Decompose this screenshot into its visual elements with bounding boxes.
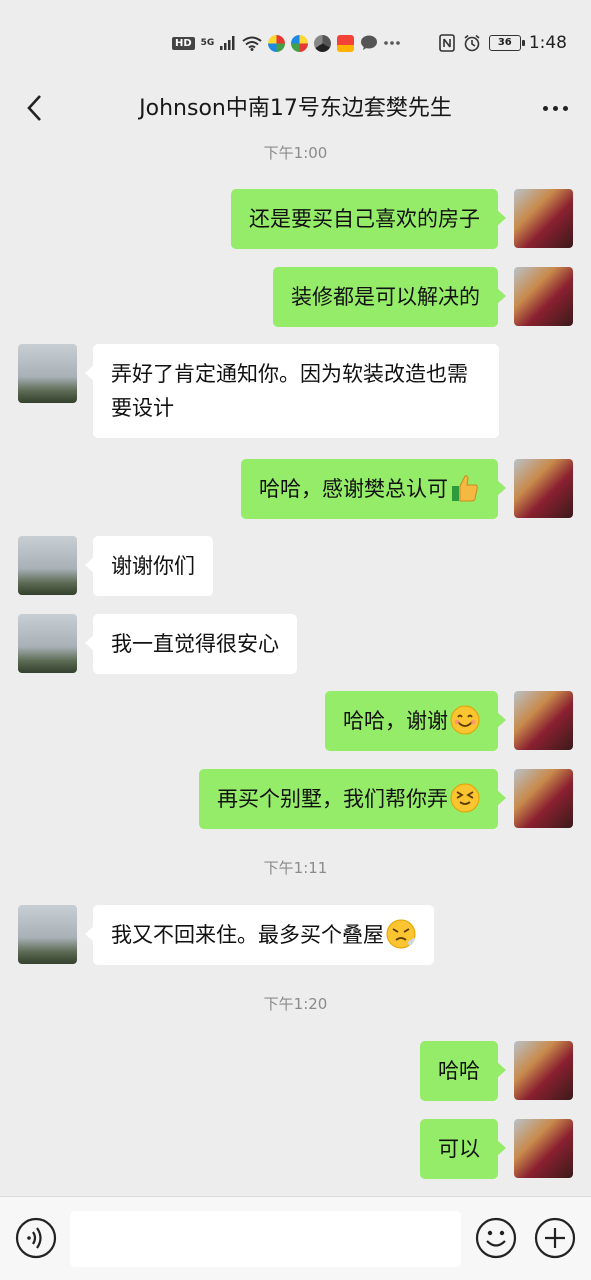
nfc-icon bbox=[439, 34, 455, 52]
received-message-bubble[interactable]: 我一直觉得很安心 bbox=[85, 614, 297, 674]
message-text: 哈哈 bbox=[438, 1059, 480, 1083]
hd-badge: HD bbox=[172, 36, 195, 50]
status-time: 1:48 bbox=[528, 33, 567, 53]
message-text: 我又不回来住。最多买个叠屋 bbox=[111, 923, 384, 947]
smile-icon bbox=[450, 705, 480, 735]
dot-icon bbox=[542, 105, 548, 111]
network-type-label: 5G bbox=[200, 37, 215, 48]
sent-message-bubble[interactable]: 哈哈，感谢樊总认可 bbox=[241, 459, 506, 519]
my-avatar[interactable] bbox=[514, 1041, 573, 1100]
more-options-button[interactable] bbox=[533, 88, 577, 128]
message-timestamp: 下午1:20 bbox=[263, 995, 328, 1013]
contact-avatar[interactable] bbox=[18, 614, 77, 673]
message-input-bar bbox=[0, 1196, 591, 1280]
app-notification-icon bbox=[291, 34, 309, 52]
sent-message-bubble[interactable]: 可以 bbox=[420, 1119, 506, 1179]
app-notification-icon bbox=[314, 34, 332, 52]
smiley-icon bbox=[475, 1217, 517, 1259]
contact-avatar[interactable] bbox=[18, 536, 77, 595]
my-avatar[interactable] bbox=[514, 1119, 573, 1178]
message-text: 还是要买自己喜欢的房子 bbox=[249, 207, 480, 231]
message-text: 哈哈，感谢樊总认可 bbox=[259, 477, 448, 501]
received-message-bubble[interactable]: 谢谢你们 bbox=[85, 536, 213, 596]
chat-title: Johnson中南17号东边套樊先生 bbox=[139, 96, 452, 121]
message-text: 谢谢你们 bbox=[111, 554, 195, 578]
app-notification-icon bbox=[268, 34, 286, 52]
received-message-bubble[interactable]: 我又不回来住。最多买个叠屋 bbox=[85, 905, 434, 965]
dot-icon bbox=[562, 105, 568, 111]
emoji-button[interactable] bbox=[475, 1217, 517, 1259]
message-text: 可以 bbox=[438, 1137, 480, 1161]
thumbs-up-icon bbox=[452, 475, 478, 502]
my-avatar[interactable] bbox=[514, 189, 573, 248]
more-functions-button[interactable] bbox=[534, 1217, 576, 1259]
my-avatar[interactable] bbox=[514, 769, 573, 828]
message-text: 我一直觉得很安心 bbox=[111, 632, 279, 656]
message-text: 弄好了肯定通知你。因为软装改造也需要设计 bbox=[111, 362, 468, 420]
status-icons-right: 36 1:48 bbox=[439, 31, 567, 55]
sent-message-bubble[interactable]: 哈哈，谢谢 bbox=[325, 691, 506, 751]
dot-icon bbox=[552, 105, 558, 111]
chat-header: Johnson中南17号东边套樊先生 bbox=[0, 80, 591, 136]
frustrated-icon bbox=[386, 919, 416, 949]
message-text: 再买个别墅，我们帮你弄 bbox=[217, 787, 448, 811]
sent-message-bubble[interactable]: 还是要买自己喜欢的房子 bbox=[231, 189, 506, 249]
message-text: 哈哈，谢谢 bbox=[343, 709, 448, 733]
message-timestamp: 下午1:11 bbox=[263, 859, 328, 877]
back-button[interactable] bbox=[14, 88, 54, 128]
my-avatar[interactable] bbox=[514, 267, 573, 326]
status-bar: HD 5G 36 1:48 bbox=[0, 0, 591, 80]
my-avatar[interactable] bbox=[514, 459, 573, 518]
message-text: 装修都是可以解决的 bbox=[291, 285, 480, 309]
chevron-left-icon bbox=[27, 95, 41, 121]
wifi-icon bbox=[242, 36, 262, 51]
laughing-squint-icon bbox=[450, 783, 480, 813]
battery-indicator: 36 bbox=[488, 35, 525, 51]
status-icons-left: HD 5G bbox=[172, 31, 401, 55]
voice-input-button[interactable] bbox=[15, 1217, 57, 1259]
signal-icon bbox=[220, 36, 235, 50]
message-timestamp: 下午1:00 bbox=[263, 144, 328, 162]
received-message-bubble[interactable]: 弄好了肯定通知你。因为软装改造也需要设计 bbox=[85, 344, 499, 438]
plus-icon bbox=[534, 1217, 576, 1259]
alarm-icon bbox=[464, 34, 480, 52]
sent-message-bubble[interactable]: 哈哈 bbox=[420, 1041, 506, 1101]
voice-icon bbox=[15, 1217, 57, 1259]
app-notification-icon bbox=[337, 34, 355, 52]
contact-avatar[interactable] bbox=[18, 344, 77, 403]
contact-avatar[interactable] bbox=[18, 905, 77, 964]
message-input[interactable] bbox=[70, 1211, 461, 1267]
sent-message-bubble[interactable]: 装修都是可以解决的 bbox=[273, 267, 506, 327]
sent-message-bubble[interactable]: 再买个别墅，我们帮你弄 bbox=[199, 769, 506, 829]
my-avatar[interactable] bbox=[514, 691, 573, 750]
more-notifications-icon bbox=[384, 41, 401, 45]
chat-bubble-icon bbox=[361, 35, 378, 50]
